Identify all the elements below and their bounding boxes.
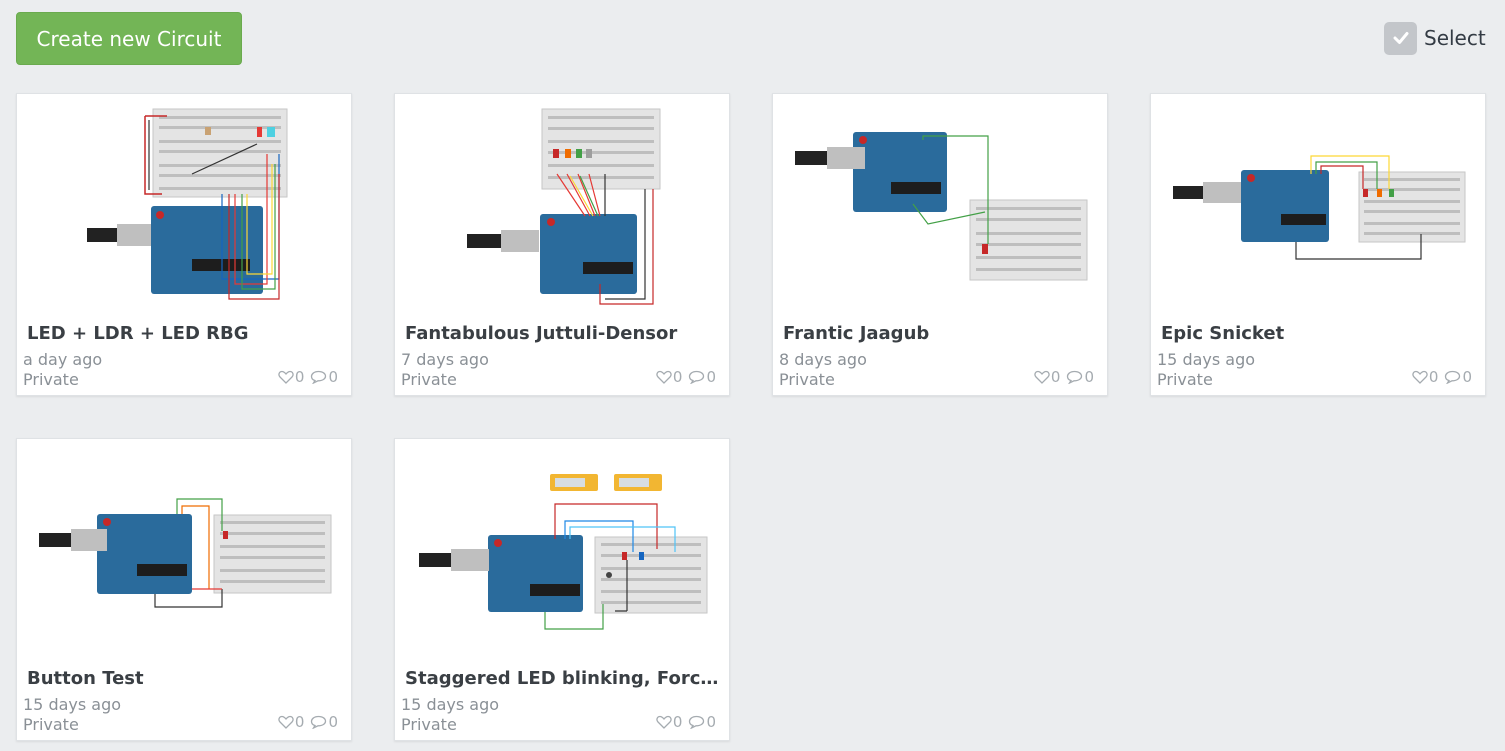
comments-count: 0 (328, 713, 338, 731)
card-title[interactable]: Button Test (27, 668, 343, 689)
circuit-card[interactable]: Staggered LED blinking, Forced ... 15 da… (394, 438, 730, 741)
comments[interactable]: 0 (1066, 368, 1094, 386)
heart-icon (1412, 370, 1428, 384)
circuit-card[interactable]: Button Test 15 days ago Private 0 0 (16, 438, 352, 741)
comment-icon (1067, 370, 1083, 384)
comments-count: 0 (328, 368, 338, 386)
card-title[interactable]: Epic Snicket (1161, 323, 1477, 344)
comment-icon (311, 370, 327, 384)
toolbar: Create new Circuit Select (0, 0, 1505, 80)
circuit-card[interactable]: Fantabulous Juttuli-Densor 7 days ago Pr… (394, 93, 730, 396)
card-date: 7 days ago (401, 350, 489, 369)
heart-icon (278, 715, 294, 729)
circuit-thumbnail (419, 474, 708, 630)
likes-count: 0 (672, 368, 683, 386)
heart-icon (656, 715, 672, 729)
likes[interactable]: 0 (278, 713, 305, 731)
select-checkbox[interactable] (1384, 21, 1417, 55)
likes-count: 0 (294, 713, 305, 731)
comments[interactable]: 0 (688, 713, 716, 731)
comment-icon (1445, 370, 1461, 384)
card-stats: 0 0 (1406, 368, 1472, 386)
comments[interactable]: 0 (688, 368, 716, 386)
comments[interactable]: 0 (310, 713, 338, 731)
heart-icon (1034, 370, 1050, 384)
card-stats: 0 0 (272, 713, 338, 731)
card-visibility: Private (1157, 370, 1213, 389)
comment-icon (689, 715, 705, 729)
select-label: Select (1424, 26, 1486, 50)
circuit-card[interactable]: Epic Snicket 15 days ago Private 0 0 (1150, 93, 1486, 396)
select-toggle[interactable]: Select (1384, 21, 1486, 55)
circuit-thumbnail (795, 132, 1088, 281)
likes-count: 0 (1050, 368, 1061, 386)
likes-count: 0 (672, 713, 683, 731)
circuit-thumbnail (39, 498, 332, 608)
card-stats: 0 0 (650, 368, 716, 386)
comment-icon (311, 715, 327, 729)
card-visibility: Private (401, 370, 457, 389)
card-visibility: Private (779, 370, 835, 389)
circuit-thumbnail (467, 108, 661, 305)
card-date: a day ago (23, 350, 103, 369)
comments-count: 0 (1084, 368, 1094, 386)
card-date: 8 days ago (779, 350, 867, 369)
circuit-card[interactable]: LED + LDR + LED RBG a day ago Private 0 … (16, 93, 352, 396)
checkmark-icon (1393, 32, 1408, 44)
likes[interactable]: 0 (656, 713, 683, 731)
card-title[interactable]: LED + LDR + LED RBG (27, 323, 343, 344)
card-title[interactable]: Staggered LED blinking, Forced ... (405, 668, 721, 689)
likes-count: 0 (1428, 368, 1439, 386)
likes[interactable]: 0 (656, 368, 683, 386)
likes[interactable]: 0 (1412, 368, 1439, 386)
card-visibility: Private (23, 715, 79, 734)
card-date: 15 days ago (1157, 350, 1256, 369)
card-visibility: Private (23, 370, 79, 389)
comments-count: 0 (706, 713, 716, 731)
comment-icon (689, 370, 705, 384)
card-stats: 0 0 (650, 713, 716, 731)
comments[interactable]: 0 (1444, 368, 1472, 386)
card-stats: 0 0 (272, 368, 338, 386)
card-date: 15 days ago (23, 695, 122, 714)
comments-count: 0 (1462, 368, 1472, 386)
card-date: 15 days ago (401, 695, 500, 714)
likes[interactable]: 0 (278, 368, 305, 386)
card-stats: 0 0 (1028, 368, 1094, 386)
circuit-thumbnail (1173, 155, 1466, 260)
comments[interactable]: 0 (310, 368, 338, 386)
likes-count: 0 (294, 368, 305, 386)
heart-icon (656, 370, 672, 384)
card-title[interactable]: Fantabulous Juttuli-Densor (405, 323, 721, 344)
card-visibility: Private (401, 715, 457, 734)
circuit-card[interactable]: Frantic Jaagub 8 days ago Private 0 0 (772, 93, 1108, 396)
likes[interactable]: 0 (1034, 368, 1061, 386)
create-new-circuit-button[interactable]: Create new Circuit (16, 12, 242, 65)
card-title[interactable]: Frantic Jaagub (783, 323, 1099, 344)
comments-count: 0 (706, 368, 716, 386)
heart-icon (278, 370, 294, 384)
circuit-thumbnail (87, 108, 288, 300)
